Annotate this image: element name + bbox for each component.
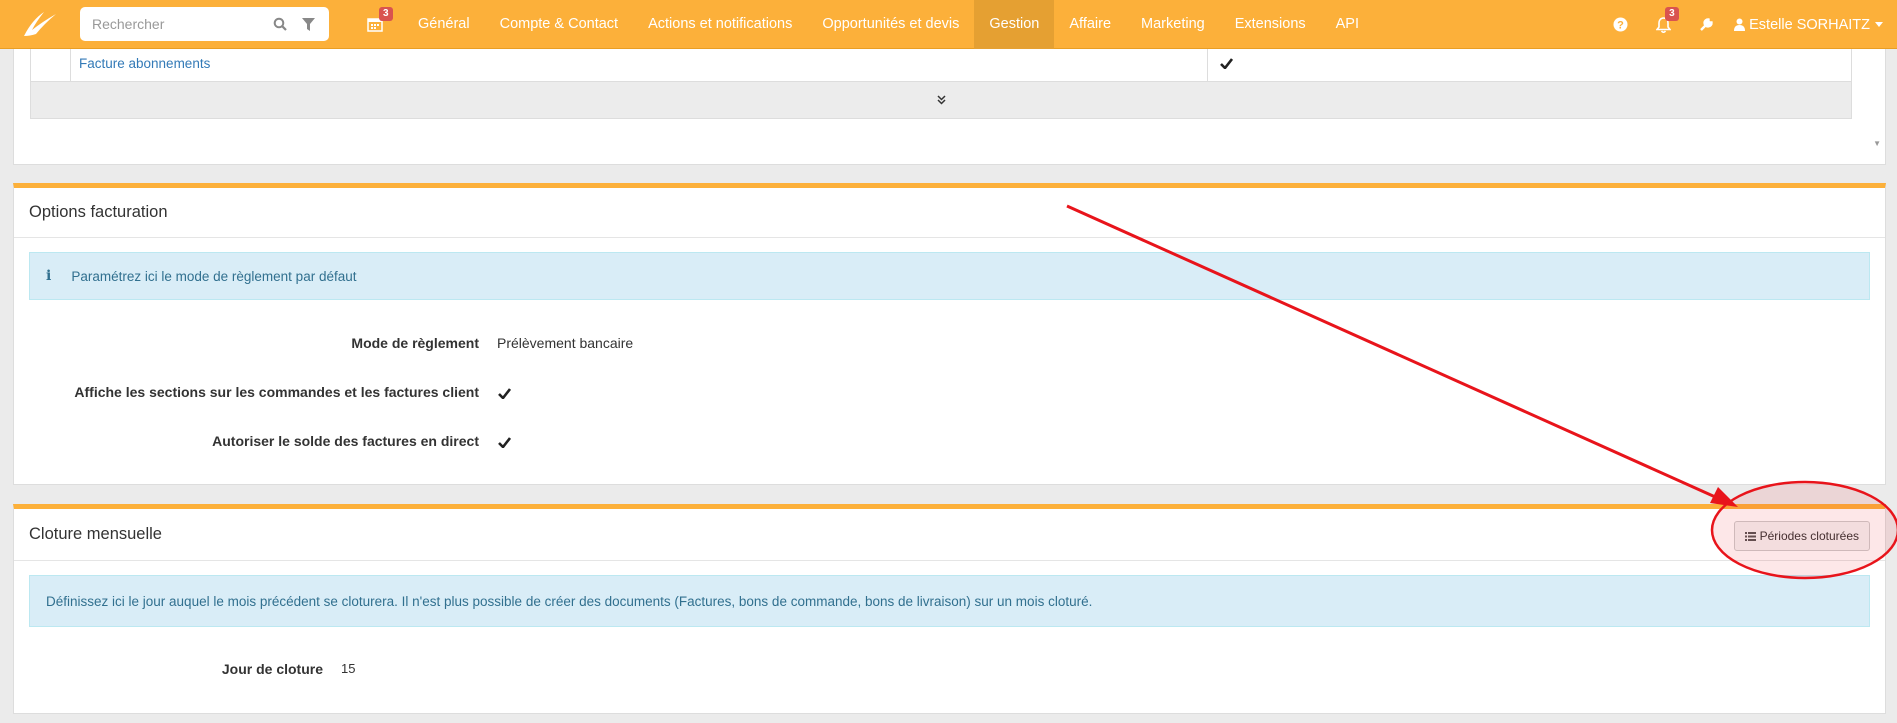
field-label-affiche-sections: Affiche les sections sur les commandes e… [74,384,479,400]
calendar-badge: 3 [379,6,393,21]
menu-affaire[interactable]: Affaire [1054,0,1126,49]
scrollbar-down-arrow[interactable]: ▼ [1873,139,1881,148]
info-alert: Définissez ici le jour auquel le mois pr… [29,575,1870,627]
info-text: Définissez ici le jour auquel le mois pr… [46,593,1093,609]
field-value-jour-cloture: 15 [341,661,356,676]
user-name: Estelle SORHAITZ [1749,16,1870,33]
calendar-button[interactable]: 3 [347,0,403,49]
user-menu[interactable]: Estelle SORHAITZ [1728,17,1897,33]
menu-general[interactable]: Général [403,0,485,49]
svg-text:?: ? [1617,20,1624,32]
menu-actions-notifications[interactable]: Actions et notifications [633,0,807,49]
menu-marketing[interactable]: Marketing [1126,0,1220,49]
menu-extensions[interactable]: Extensions [1220,0,1321,49]
app-logo[interactable] [0,0,80,49]
navbar-right: ? 3 Estelle SORHAITZ [1599,0,1897,49]
cloture-mensuelle-panel: Cloture mensuelle Périodes cloturées Déf… [13,504,1886,714]
check-icon [1220,58,1233,69]
menu-api[interactable]: API [1321,0,1374,49]
panel-header: Cloture mensuelle Périodes cloturées [14,509,1885,561]
notifications-badge: 3 [1665,7,1679,21]
field-label-jour-cloture: Jour de cloture [221,661,323,677]
info-icon: i [46,268,52,284]
top-navbar: Rechercher 3 Général Compte & Contact Ac… [0,0,1897,49]
invoice-types-panel: Facture abonnements ▼ [13,40,1886,165]
invoice-types-table: Facture abonnements [30,45,1852,119]
main-menu: Général Compte & Contact Actions et noti… [403,0,1374,49]
table-cell [1208,46,1851,81]
help-button[interactable]: ? [1599,0,1642,49]
search-box[interactable]: Rechercher [80,7,329,41]
double-chevron-down-icon [936,95,946,105]
settings-button[interactable] [1685,0,1728,49]
check-icon [498,435,512,451]
logo-icon [24,12,56,36]
menu-gestion[interactable]: Gestion [974,0,1055,49]
info-alert: i Paramétrez ici le mode de règlement pa… [29,252,1870,300]
notifications-button[interactable]: 3 [1642,0,1685,49]
field-label-mode-reglement: Mode de règlement [351,335,479,351]
caret-down-icon [1875,22,1883,27]
panel-title: Options facturation [14,188,1885,238]
search-input[interactable]: Rechercher [92,16,263,32]
expand-table-button[interactable] [31,82,1851,118]
help-icon: ? [1613,17,1628,32]
options-facturation-panel: Options facturation i Paramétrez ici le … [13,183,1886,485]
invoice-type-link[interactable]: Facture abonnements [71,46,1208,81]
field-label-solde-direct: Autoriser le solde des factures en direc… [212,433,479,449]
list-icon [1744,531,1756,541]
menu-compte-contact[interactable]: Compte & Contact [485,0,633,49]
check-icon [498,386,512,402]
button-label: Périodes cloturées [1759,529,1859,543]
table-row: Facture abonnements [31,46,1851,82]
info-text: Paramétrez ici le mode de règlement par … [71,268,357,284]
panel-title: Cloture mensuelle [29,525,162,543]
wrench-icon [1700,18,1713,31]
search-icon[interactable] [269,14,291,34]
user-icon [1734,18,1746,31]
filter-icon[interactable] [297,14,319,34]
field-value-mode-reglement: Prélèvement bancaire [497,335,634,351]
periodes-cloturees-button[interactable]: Périodes cloturées [1733,521,1870,551]
table-cell [31,46,71,81]
menu-opportunites-devis[interactable]: Opportunités et devis [807,0,974,49]
